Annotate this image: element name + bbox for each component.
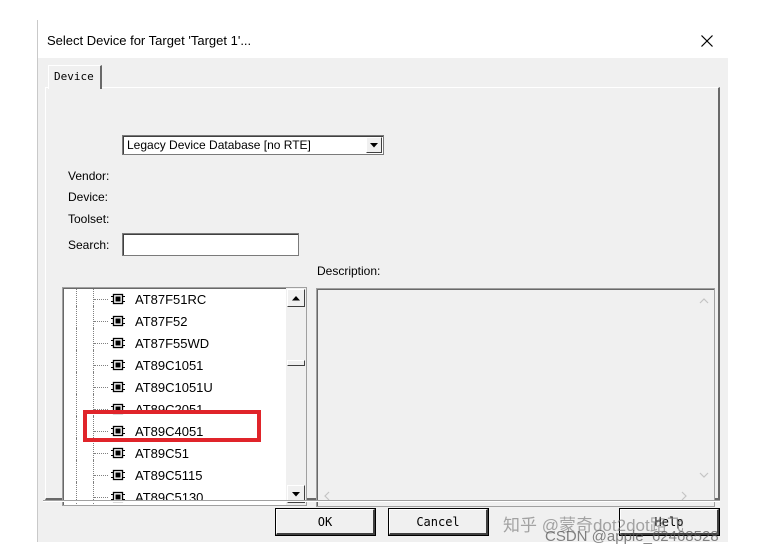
database-select[interactable]: Legacy Device Database [no RTE]	[122, 135, 384, 155]
database-dropdown-button[interactable]	[366, 137, 382, 153]
cancel-button-label: Cancel	[416, 514, 460, 529]
close-icon	[701, 35, 713, 47]
tree-item-label: AT89C5130	[135, 490, 204, 505]
arrow-down-icon	[699, 472, 709, 478]
footer-divider	[43, 500, 720, 502]
tree-item[interactable]: AT89C5115	[63, 460, 289, 486]
chip-icon	[111, 469, 125, 481]
tree-vertical-scrollbar[interactable]	[286, 288, 306, 505]
arrow-up-icon	[699, 298, 709, 304]
description-vertical-scrollbar[interactable]	[696, 291, 712, 486]
tree-item[interactable]: AT89C1051	[63, 350, 289, 376]
dialog-client-area: Device Legacy Device Database [no RTE] V…	[38, 58, 728, 542]
cancel-button[interactable]: Cancel	[388, 508, 489, 536]
close-button[interactable]	[693, 27, 721, 55]
tree-item-label: AT87F51RC	[135, 292, 207, 307]
device-tree[interactable]: AT87F51RC AT87F52 AT87F55WD AT89C1051 AT…	[62, 287, 307, 506]
tree-item-label: AT89C1051U	[135, 380, 213, 395]
tree-item-selected[interactable]: AT89C51	[63, 438, 289, 464]
tree-item-label: AT89C51	[135, 446, 189, 461]
tab-device-label: Device	[54, 70, 94, 83]
search-input[interactable]	[122, 233, 299, 256]
window-title: Select Device for Target 'Target 1'...	[47, 33, 252, 48]
tree-item-label: AT89C5115	[135, 468, 203, 483]
device-label: Device:	[68, 190, 109, 204]
tree-item[interactable]: AT87F52	[63, 306, 289, 332]
tree-item[interactable]: AT87F51RC	[63, 288, 289, 310]
tree-item[interactable]: AT89C1051U	[63, 372, 289, 398]
chip-icon	[111, 447, 125, 459]
chip-icon	[111, 293, 125, 305]
tree-item[interactable]: AT87F55WD	[63, 328, 289, 354]
title-bar[interactable]: Select Device for Target 'Target 1'...	[38, 22, 728, 58]
scroll-up-button[interactable]	[287, 289, 305, 307]
selection-highlight-box	[83, 410, 261, 442]
select-device-dialog: Select Device for Target 'Target 1'... D…	[0, 0, 773, 557]
tree-item-label: AT87F52	[135, 314, 188, 329]
chip-icon	[111, 359, 125, 371]
database-select-value: Legacy Device Database [no RTE]	[127, 138, 311, 152]
scroll-thumb[interactable]	[287, 360, 305, 366]
vendor-label: Vendor:	[68, 169, 110, 183]
tree-item[interactable]: AT89C5130	[63, 482, 289, 505]
tab-device[interactable]: Device	[48, 65, 102, 89]
description-label: Description:	[317, 264, 381, 278]
ok-button-label: OK	[317, 514, 333, 529]
chip-icon	[111, 381, 125, 393]
chevron-down-icon	[370, 142, 378, 147]
chip-icon	[111, 337, 125, 349]
tree-item-label: AT89C1051	[135, 358, 204, 373]
search-label: Search:	[68, 238, 110, 252]
chip-icon	[111, 315, 125, 327]
toolset-label: Toolset:	[68, 212, 110, 226]
arrow-down-icon	[292, 491, 300, 496]
ok-button[interactable]: OK	[275, 508, 376, 536]
description-box[interactable]	[316, 288, 715, 507]
tree-item-label: AT87F55WD	[135, 336, 210, 351]
watermark-csdn: CSDN @apple_62468528	[545, 528, 719, 545]
arrow-up-icon	[292, 295, 300, 300]
